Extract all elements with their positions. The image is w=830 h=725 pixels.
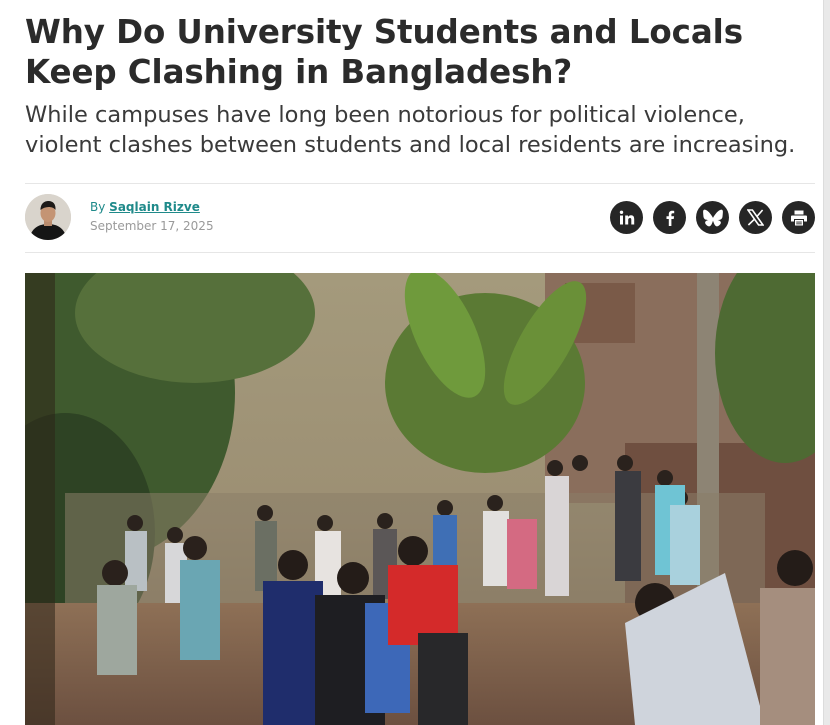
author-avatar[interactable] xyxy=(25,194,71,240)
byline: By Saqlain Rizve xyxy=(90,200,214,214)
linkedin-icon xyxy=(619,210,634,224)
share-linkedin-button[interactable] xyxy=(610,201,643,234)
share-bluesky-button[interactable] xyxy=(696,201,729,234)
bluesky-icon xyxy=(702,209,723,226)
share-facebook-button[interactable] xyxy=(653,201,686,234)
article-headline: Why Do University Students and Locals Ke… xyxy=(25,13,743,91)
print-button[interactable] xyxy=(782,201,815,234)
byline-bar: By Saqlain Rizve September 17, 2025 xyxy=(25,183,815,253)
by-prefix: By xyxy=(90,200,106,214)
hero-photo xyxy=(25,273,815,725)
share-x-button[interactable] xyxy=(739,201,772,234)
publish-date: September 17, 2025 xyxy=(90,219,214,233)
author-photo xyxy=(25,194,71,240)
article-subheadline: While campuses have long been notorious … xyxy=(25,102,796,158)
print-icon xyxy=(790,210,807,225)
author-link[interactable]: Saqlain Rizve xyxy=(109,200,200,214)
x-icon xyxy=(747,209,764,226)
scrollbar[interactable] xyxy=(823,0,830,725)
byline-text: By Saqlain Rizve September 17, 2025 xyxy=(90,200,214,233)
article: Why Do University Students and Locals Ke… xyxy=(25,0,815,725)
hero-image xyxy=(25,273,815,725)
share-bar xyxy=(610,201,815,234)
facebook-icon xyxy=(666,210,674,226)
